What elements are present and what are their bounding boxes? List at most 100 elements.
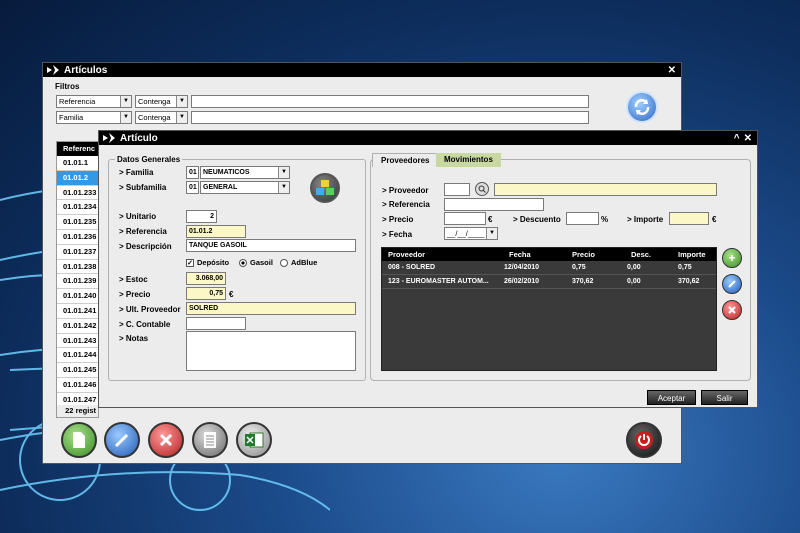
close-icon[interactable]: ✕ <box>668 65 676 76</box>
chevron-down-icon: ▼ <box>176 96 187 107</box>
notas-textarea[interactable] <box>186 331 356 371</box>
aceptar-button[interactable]: Aceptar <box>647 390 696 405</box>
table-cell: 370,62 <box>678 278 700 285</box>
grid-header-desc: Desc. <box>631 250 652 259</box>
proveedores-grid: Proveedor Fecha Precio Desc. Importe 008… <box>381 247 717 371</box>
subfamilia-code-input[interactable]: 01 <box>186 181 199 194</box>
precio-label: > Precio <box>119 290 151 299</box>
x-icon <box>728 306 736 314</box>
filter2-field-select[interactable]: Familia ▼ <box>56 111 132 124</box>
prov-proveedor-name-input[interactable] <box>494 183 717 196</box>
search-proveedor-button[interactable] <box>475 182 489 196</box>
families-button[interactable] <box>310 173 340 203</box>
subfamilia-select[interactable]: GENERAL ▼ <box>200 181 290 194</box>
adblue-label: AdBlue <box>291 258 318 267</box>
prov-precio-input[interactable] <box>444 212 486 225</box>
referencia-input[interactable]: 01.01.2 <box>186 225 246 238</box>
prov-importe-input[interactable] <box>669 212 709 225</box>
list-item[interactable]: 01.01.237 <box>57 244 98 260</box>
list-item[interactable]: 01.01.246 <box>57 377 98 393</box>
edit-button[interactable] <box>104 422 140 458</box>
grid-header-precio: Precio <box>572 250 595 259</box>
ult-proveedor-input[interactable]: SOLRED <box>186 302 356 315</box>
maximize-icon[interactable]: ^ <box>734 133 740 144</box>
window-title: Artículo <box>120 132 158 144</box>
filter2-value-input[interactable] <box>191 111 589 124</box>
estoc-input[interactable]: 3.068,00 <box>186 272 226 285</box>
list-item[interactable]: 01.01.244 <box>57 348 98 364</box>
list-item[interactable]: 01.01.241 <box>57 303 98 319</box>
grid-header-fecha: Fecha <box>509 250 531 259</box>
salir-button[interactable]: Salir <box>701 390 748 405</box>
prov-descuento-input[interactable] <box>566 212 599 225</box>
new-button[interactable] <box>61 422 97 458</box>
deposito-checkbox[interactable]: ✓ Depósito <box>186 258 229 267</box>
table-cell: 0,00 <box>627 264 641 271</box>
list-item[interactable]: 01.01.238 <box>57 259 98 275</box>
excel-export-button[interactable] <box>236 422 272 458</box>
table-row[interactable]: 123 - EUROMASTER AUTOM... 26/02/2010 370,6… <box>382 275 716 289</box>
grid-header-proveedor: Proveedor <box>388 250 426 259</box>
list-item[interactable]: 01.01.233 <box>57 185 98 201</box>
subfamilia-value: GENERAL <box>203 184 238 191</box>
cubes-icon <box>316 180 334 195</box>
table-cell: 0,75 <box>678 264 692 271</box>
filter1-op-select[interactable]: Contenga ▼ <box>135 95 188 108</box>
radio-selected-icon <box>239 258 247 267</box>
chevron-down-icon: ▼ <box>278 182 289 193</box>
group-title: Datos Generales <box>115 155 183 164</box>
list-item[interactable]: 01.01.240 <box>57 289 98 304</box>
delete-proveedor-button[interactable] <box>722 300 742 320</box>
filter1-field-select[interactable]: Referencia ▼ <box>56 95 132 108</box>
prov-referencia-input[interactable] <box>444 198 544 211</box>
tab-proveedores[interactable]: Proveedores <box>372 153 439 167</box>
unitario-input[interactable]: 2 <box>186 210 217 223</box>
descripcion-input[interactable]: TANQUE GASOIL <box>186 239 356 252</box>
delete-button[interactable] <box>148 422 184 458</box>
table-cell: 123 - EUROMASTER AUTOM... <box>388 278 489 285</box>
prov-fecha-picker[interactable]: __/__/____ ▼ <box>444 227 498 240</box>
notas-label: > Notas <box>119 334 149 343</box>
filter1-value-input[interactable] <box>191 95 589 108</box>
chevron-down-icon: ▼ <box>278 167 289 178</box>
list-item[interactable]: 01.01.235 <box>57 215 98 230</box>
table-cell: 0,75 <box>572 264 586 271</box>
list-item[interactable]: 01.01.243 <box>57 333 98 349</box>
list-item[interactable]: 01.01.2 <box>57 170 98 186</box>
list-item[interactable]: 01.01.242 <box>57 318 98 334</box>
list-item[interactable]: 01.01.236 <box>57 229 98 245</box>
precio-input[interactable]: 0,75 <box>186 287 226 300</box>
tab-movimientos[interactable]: Movimientos <box>436 153 501 167</box>
filter2-op-select[interactable]: Contenga ▼ <box>135 111 188 124</box>
check-icon: ✓ <box>186 258 194 267</box>
chevron-down-icon: ▼ <box>120 112 131 123</box>
list-item[interactable]: 01.01.234 <box>57 200 98 216</box>
gasoil-radio[interactable]: Gasoil <box>239 258 273 267</box>
c-contable-input[interactable] <box>186 317 246 330</box>
descripcion-label: > Descripción <box>119 242 172 251</box>
chevron-down-icon: ▼ <box>176 112 187 123</box>
prov-importe-unit: € <box>712 215 717 224</box>
document-list-icon <box>204 432 216 448</box>
x-icon <box>159 433 173 447</box>
record-count: 22 regist <box>57 405 98 417</box>
table-cell: 12/04/2010 <box>504 264 540 271</box>
list-item[interactable]: 01.01.239 <box>57 274 98 290</box>
list-item[interactable]: 01.01.245 <box>57 363 98 378</box>
prov-descuento-label: > Descuento <box>513 215 561 224</box>
articulos-titlebar: Artículos ✕ <box>43 63 681 77</box>
power-button[interactable] <box>626 422 662 458</box>
print-button[interactable] <box>192 422 228 458</box>
prov-proveedor-code-input[interactable] <box>444 183 470 196</box>
table-row[interactable]: 008 - SOLRED 12/04/2010 0,75 0,00 0,75 <box>382 261 716 275</box>
close-icon[interactable]: ✕ <box>744 133 752 144</box>
table-cell: 26/02/2010 <box>504 278 540 285</box>
edit-proveedor-button[interactable] <box>722 274 742 294</box>
gasoil-label: Gasoil <box>250 258 273 267</box>
adblue-radio[interactable]: AdBlue <box>280 258 317 267</box>
familia-code-input[interactable]: 01 <box>186 166 199 179</box>
add-proveedor-button[interactable]: + <box>722 248 742 268</box>
refresh-button[interactable] <box>626 91 658 123</box>
familia-select[interactable]: NEUMATICOS ▼ <box>200 166 290 179</box>
list-item[interactable]: 01.01.1 <box>57 156 98 171</box>
